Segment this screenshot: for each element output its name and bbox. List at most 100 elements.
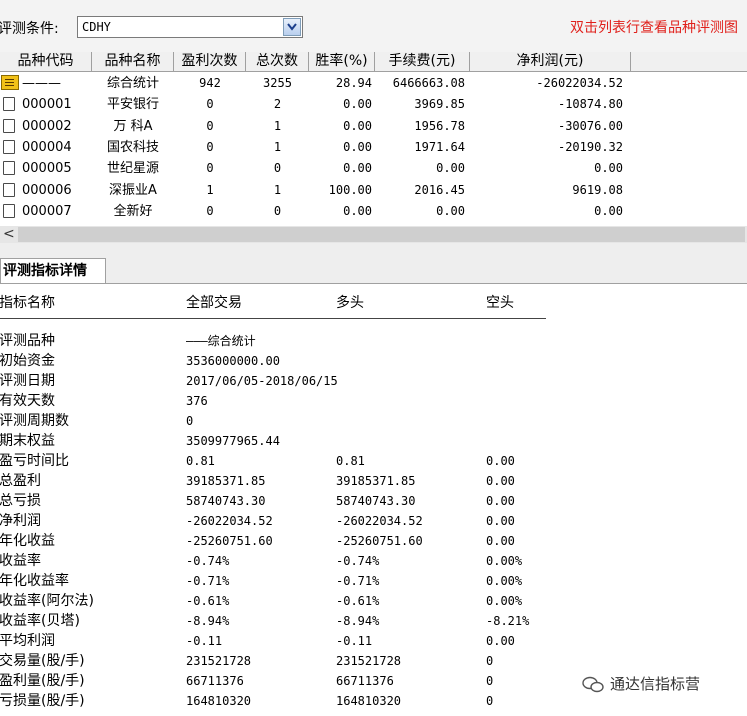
table-row[interactable]: ——— 综合统计 942 3255 28.94 6466663.08 -26022034.5… [0, 73, 747, 94]
wechat-icon [582, 676, 604, 692]
detail-row: 交易量(股/手) 231521728 231521728 0 [0, 651, 747, 671]
detail-long: -8.94% [336, 614, 380, 628]
detail-all: -0.74% [186, 554, 230, 568]
detail-all: 2017/06/05-2018/06/15 [186, 374, 338, 388]
table-row[interactable]: 000004 国农科技 0 1 0.00 1971.64 -20190.32 [0, 137, 747, 158]
detail-row: 总盈利 39185371.85 39185371.85 0.00 [0, 471, 747, 491]
cell-total: 0 [273, 203, 282, 218]
document-icon [3, 118, 15, 133]
cell-profit: -26022034.52 [536, 76, 623, 90]
cell-rate: 0.00 [343, 203, 372, 218]
cell-profit: -10874.80 [557, 97, 623, 112]
detail-row: 平均利润 -0.11 -0.11 0.00 [0, 631, 747, 651]
cell-rate: 0.00 [343, 139, 372, 154]
document-icon [3, 97, 15, 112]
detail-long: 66711376 [336, 674, 394, 688]
detail-long: 0.81 [336, 454, 365, 468]
detail-row: 亏损量(股/手) 164810320 164810320 0 [0, 691, 747, 711]
cell-fee: 2016.45 [414, 182, 465, 197]
cell-name: 世纪星源 [106, 161, 159, 177]
col-profit[interactable]: 净利润(元) [470, 52, 631, 71]
cell-profit: -20190.32 [557, 139, 623, 154]
detail-header-name: 指标名称 [0, 295, 55, 311]
cell-fee: 0.00 [436, 161, 465, 176]
scroll-thumb[interactable] [18, 227, 745, 242]
document-icon [3, 203, 15, 218]
col-total[interactable]: 总次数 [246, 52, 309, 71]
cell-rate: 0.00 [343, 118, 372, 133]
detail-row: 评测品种 ———综合统计 [0, 331, 747, 351]
detail-all: -0.11 [186, 634, 223, 648]
table-row[interactable]: 000007 全新好 0 0 0.00 0.00 0.00 [0, 201, 747, 222]
detail-all: 3536000000.00 [186, 354, 280, 368]
cell-wins: 1 [206, 182, 214, 197]
detail-row: 评测周期数 0 [0, 411, 747, 431]
cell-name: 全新好 [113, 203, 153, 219]
col-rate[interactable]: 胜率(%) [309, 52, 375, 71]
detail-row: 收益率(阿尔法) -0.61% -0.61% 0.00% [0, 591, 747, 611]
cell-rate: 100.00 [328, 182, 372, 197]
cell-fee: 1971.64 [414, 139, 465, 154]
cell-code: 000006 [22, 182, 72, 198]
col-wins[interactable]: 盈利次数 [174, 52, 246, 71]
detail-long: -26022034.52 [336, 514, 423, 528]
detail-short: 0.00 [486, 534, 515, 548]
detail-all: -0.71% [186, 574, 230, 588]
cell-wins: 0 [206, 118, 214, 133]
detail-short: 0 [486, 654, 494, 668]
detail-name: 平均利润 [0, 633, 55, 649]
col-code[interactable]: 品种代码 [0, 52, 92, 71]
table-row[interactable]: 000002 万 科A 0 1 0.00 1956.78 -30076.00 [0, 116, 747, 137]
detail-name: 评测日期 [0, 373, 55, 389]
cell-profit: 0.00 [594, 203, 623, 218]
hint-text: 双击列表行查看品种评测图 [570, 20, 738, 36]
detail-short: 0.00 [486, 474, 515, 488]
detail-row: 年化收益 -25260751.60 -25260751.60 0.00 [0, 531, 747, 551]
detail-long: -25260751.60 [336, 534, 423, 548]
col-fee[interactable]: 手续费(元) [375, 52, 470, 71]
detail-name: 期末权益 [0, 433, 55, 449]
detail-name: 收益率(阿尔法) [0, 593, 94, 609]
col-name[interactable]: 品种名称 [92, 52, 174, 71]
condition-select[interactable]: CDHY [77, 16, 303, 38]
detail-all: 3509977965.44 [186, 434, 280, 448]
cell-total: 2 [273, 97, 282, 112]
table-header: 品种代码 品种名称 盈利次数 总次数 胜率(%) 手续费(元) 净利润(元) [0, 52, 747, 72]
detail-name: 年化收益率 [0, 573, 69, 589]
cell-wins: 0 [206, 139, 214, 154]
detail-all: 66711376 [186, 674, 244, 688]
cell-name: 深振业A [109, 182, 157, 198]
cell-code: ——— [22, 76, 61, 91]
summary-icon [1, 75, 19, 90]
detail-row: 收益率(贝塔) -8.94% -8.94% -8.21% [0, 611, 747, 631]
detail-all: 0 [186, 414, 194, 428]
table-row[interactable]: 000005 世纪星源 0 0 0.00 0.00 0.00 [0, 158, 747, 179]
detail-name: 有效天数 [0, 393, 55, 409]
horizontal-scrollbar[interactable]: < [0, 226, 747, 243]
scroll-left-arrow[interactable]: < [3, 226, 15, 243]
detail-short: 0.00% [486, 594, 523, 608]
table-row[interactable]: 000001 平安银行 0 2 0.00 3969.85 -10874.80 [0, 94, 747, 115]
chevron-down-icon [287, 23, 297, 31]
detail-short: -8.21% [486, 614, 530, 628]
cell-rate: 0.00 [343, 161, 372, 176]
document-icon [3, 161, 15, 176]
detail-row: 初始资金 3536000000.00 [0, 351, 747, 371]
detail-long: 231521728 [336, 654, 402, 668]
detail-all: 0.81 [186, 454, 215, 468]
cell-profit: -30076.00 [557, 118, 623, 133]
detail-name: 总亏损 [0, 493, 41, 509]
detail-long: -0.61% [336, 594, 380, 608]
cell-rate: 0.00 [343, 97, 372, 112]
watermark-text: 通达信指标营 [610, 675, 701, 693]
detail-row: 净利润 -26022034.52 -26022034.52 0.00 [0, 511, 747, 531]
detail-all: 58740743.30 [186, 494, 266, 508]
detail-all: 164810320 [186, 694, 252, 708]
tab-indicator-details[interactable]: 评测指标详情 [0, 258, 106, 283]
cell-fee: 3969.85 [414, 97, 465, 112]
cell-code: 000001 [22, 97, 72, 113]
detail-all: -26022034.52 [186, 514, 273, 528]
detail-all: ———综合统计 [186, 334, 256, 348]
dropdown-button[interactable] [283, 18, 301, 36]
table-row[interactable]: 000006 深振业A 1 1 100.00 2016.45 9619.08 [0, 180, 747, 201]
